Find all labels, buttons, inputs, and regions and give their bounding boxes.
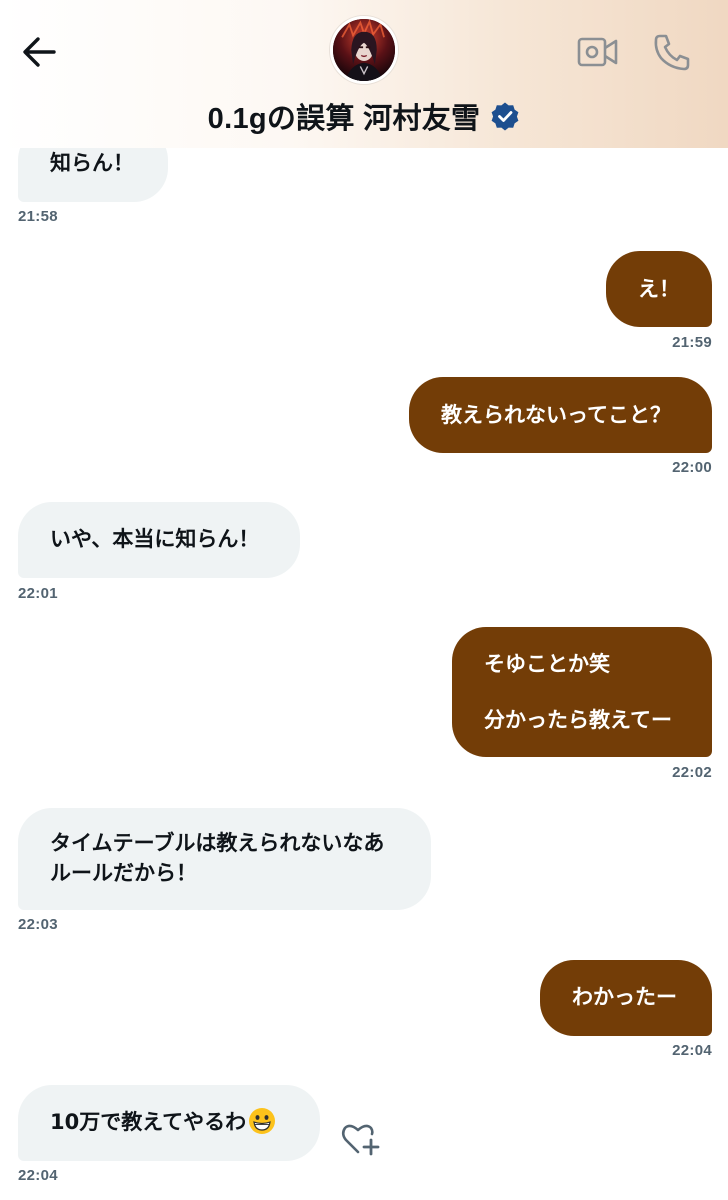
video-camera-icon (577, 37, 618, 67)
message-text: わかったー (572, 985, 677, 1009)
message-text: 分かったら教えてー (484, 708, 672, 732)
back-button[interactable] (18, 30, 62, 74)
message-bubble-incoming[interactable]: いや、本当に知らん！ (18, 502, 300, 578)
message-text: 10万で教えてやるわ (50, 1110, 247, 1134)
message-bubble-incoming[interactable]: 10万で教えてやるわ (18, 1085, 320, 1161)
message-timestamp: 22:04 (672, 1042, 712, 1059)
phone-icon (654, 34, 690, 71)
message-timestamp: 22:00 (672, 459, 712, 476)
conversation-header: 0.1gの誤算 河村友雪 (0, 0, 728, 148)
message-text: え！ (638, 277, 680, 301)
message-bubble-outgoing[interactable]: 教えられないってこと？ (409, 377, 712, 453)
message-timestamp: 22:02 (672, 764, 712, 781)
avatar[interactable] (330, 16, 398, 84)
message-timestamp: 22:03 (18, 916, 58, 933)
heart-plus-icon (341, 1124, 380, 1156)
message-text: 知らん！ (50, 151, 134, 175)
message-text: ルールだから！ (50, 861, 197, 885)
message-bubble-outgoing[interactable]: そゆことか笑 分かったら教えてー (452, 627, 712, 757)
message-text: 教えられないってこと？ (441, 403, 671, 427)
page-title[interactable]: 0.1gの誤算 河村友雪 (208, 95, 481, 137)
message-bubble-incoming[interactable]: タイムテーブルは教えられないなあ ルールだから！ (18, 808, 431, 910)
verified-badge-icon (491, 102, 519, 131)
avatar-image (333, 19, 395, 81)
dm-conversation-screen: 0.1gの誤算 河村友雪 知らん！ 21:58 え！ 21:59 教えられないっ… (0, 0, 728, 1200)
add-reaction-button[interactable] (338, 1118, 382, 1158)
message-text: いや、本当に知らん！ (50, 527, 260, 551)
message-timestamp: 22:04 (18, 1167, 58, 1184)
video-call-button[interactable] (576, 30, 620, 74)
message-timestamp: 21:58 (18, 208, 58, 225)
message-timestamp: 21:59 (672, 334, 712, 351)
grinning-face-emoji (249, 1108, 276, 1134)
message-timestamp: 22:01 (18, 585, 58, 602)
voice-call-button[interactable] (650, 30, 694, 74)
arrow-left-icon (23, 37, 56, 67)
message-text: タイムテーブルは教えられないなあ (50, 831, 385, 855)
title-row: 0.1gの誤算 河村友雪 (0, 94, 728, 138)
message-bubble-outgoing[interactable]: わかったー (540, 960, 712, 1036)
message-bubble-outgoing[interactable]: え！ (606, 251, 712, 327)
message-text: そゆことか笑 (484, 652, 610, 676)
